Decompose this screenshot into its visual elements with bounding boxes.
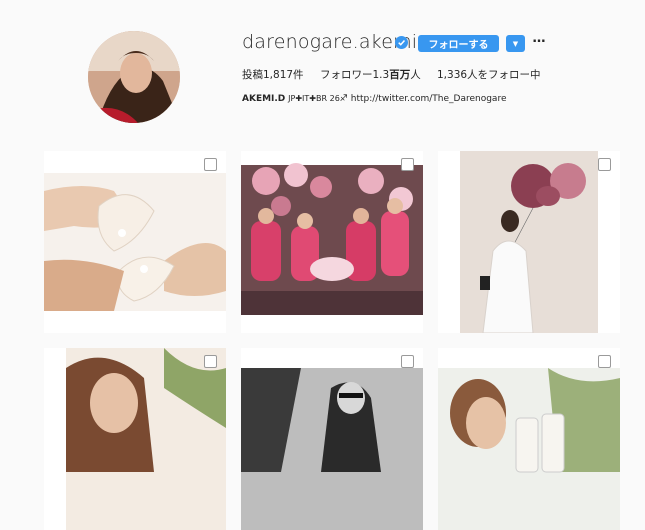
sagittarius-icon: ♐ <box>339 94 348 104</box>
post-thumbnail[interactable] <box>44 151 226 333</box>
suggestions-dropdown-button[interactable]: ▼ <box>506 35 525 52</box>
followers-suffix: 人 <box>410 69 421 81</box>
followers-unit: 百万 <box>389 69 411 81</box>
posts-count: 投稿1,817件 <box>242 69 304 81</box>
checkbox-icon[interactable] <box>401 158 414 171</box>
checkbox-icon[interactable] <box>598 158 611 171</box>
profile-avatar[interactable] <box>88 31 180 123</box>
verified-badge-icon <box>395 36 408 49</box>
post-thumbnail[interactable] <box>44 348 226 530</box>
followers-count[interactable]: フォロワー1.3百万人 <box>320 67 421 82</box>
bio-name: AKEMI.D <box>242 94 286 104</box>
checkbox-icon[interactable] <box>598 355 611 368</box>
post-thumbnail[interactable] <box>241 348 423 530</box>
bio-flags: JP✚IT✚BR 26 <box>288 94 340 103</box>
bio-link[interactable]: http://twitter.com/The_Darenogare <box>351 94 507 104</box>
following-count[interactable]: 1,336人をフォロー中 <box>437 67 541 82</box>
profile-bio: AKEMI.D JP✚IT✚BR 26♐ http://twitter.com/… <box>242 94 506 104</box>
checkbox-icon[interactable] <box>204 158 217 171</box>
followers-prefix: フォロワー1.3 <box>320 69 390 81</box>
more-options-button[interactable]: … <box>532 32 546 48</box>
post-thumbnail[interactable] <box>241 151 423 333</box>
follow-button[interactable]: フォローする <box>418 35 499 52</box>
post-thumbnail[interactable] <box>438 151 620 333</box>
checkbox-icon[interactable] <box>204 355 217 368</box>
post-thumbnail[interactable] <box>438 348 620 530</box>
profile-username: darenogare.akemi <box>242 31 418 53</box>
checkbox-icon[interactable] <box>401 355 414 368</box>
chevron-down-icon: ▼ <box>512 39 519 48</box>
